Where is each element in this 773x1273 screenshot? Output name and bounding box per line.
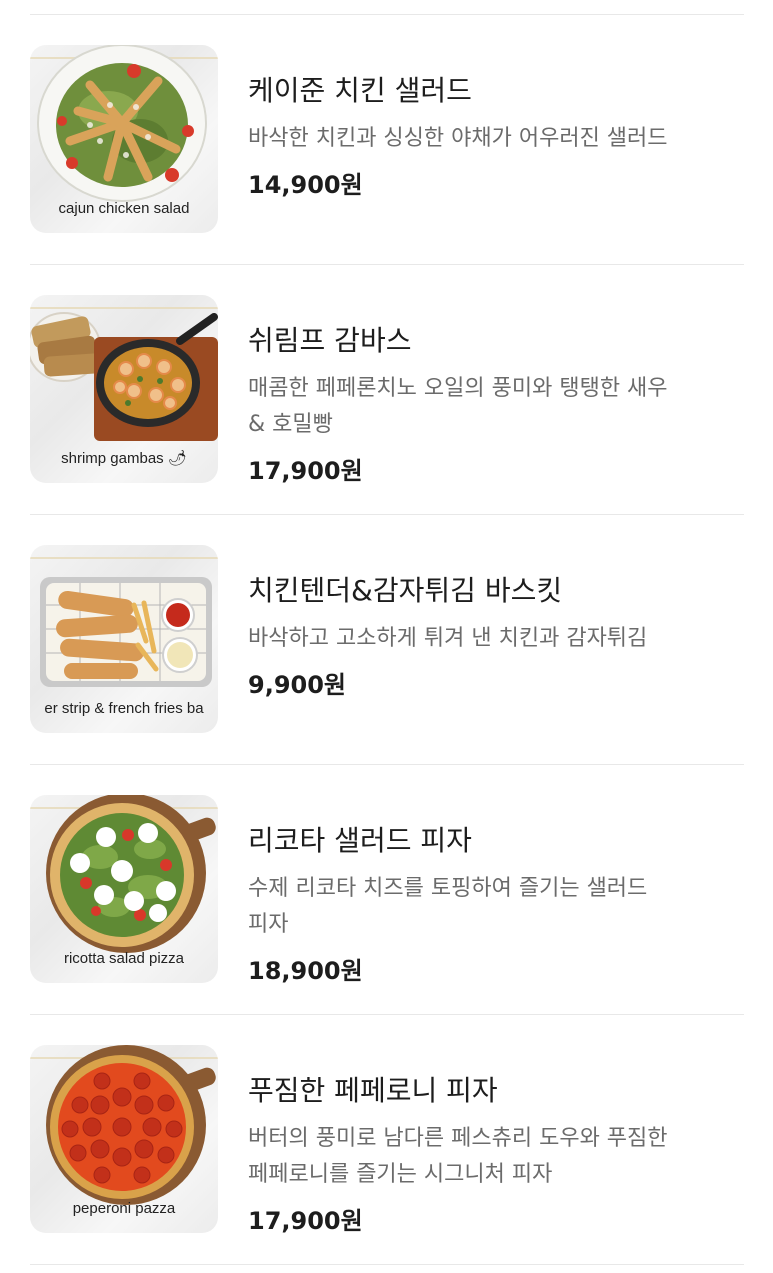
image-caption: er strip & french fries ba: [44, 700, 204, 717]
description-line: 바삭하고 고소하게 튀겨 낸 치킨과 감자튀김: [248, 626, 648, 651]
menu-item-name: 푸짐한 페페로니 피자: [248, 1074, 498, 1107]
menu-item-shrimp-gambas[interactable]: shrimp gambas 🌶 쉬림프 감바스 매콤한 페페론치노 오일의 풍미…: [30, 295, 744, 485]
menu-item-price: 14,900원: [248, 171, 363, 199]
menu-item-description: 매콤한 페페론치노 오일의 풍미와 탱탱한 새우 & 호밀빵: [248, 371, 748, 443]
description-line: 피자: [248, 912, 289, 937]
menu-item-image: ricotta salad pizza: [30, 795, 218, 983]
description-line: 매콤한 페페론치노 오일의 풍미와 탱탱한 새우: [248, 376, 668, 401]
menu-item-info: 케이준 치킨 샐러드 바삭한 치킨과 싱싱한 야채가 어우러진 샐러드 14,9…: [248, 45, 748, 203]
divider: [30, 1264, 744, 1265]
menu-item-price: 17,900원: [248, 1207, 363, 1235]
description-line: 페페로니를 즐기는 시그니처 피자: [248, 1162, 553, 1187]
divider: [30, 514, 744, 515]
menu-item-description: 바삭한 치킨과 싱싱한 야채가 어우러진 샐러드: [248, 121, 748, 157]
menu-item-cajun-chicken-salad[interactable]: cajun chicken salad 케이준 치킨 샐러드 바삭한 치킨과 싱…: [30, 45, 744, 233]
menu-item-info: 리코타 샐러드 피자 수제 리코타 치즈를 토핑하여 즐기는 샐러드 피자 18…: [248, 795, 748, 989]
menu-item-name: 쉬림프 감바스: [248, 324, 412, 357]
menu-item-info: 쉬림프 감바스 매콤한 페페론치노 오일의 풍미와 탱탱한 새우 & 호밀빵 1…: [248, 295, 748, 489]
divider: [30, 764, 744, 765]
description-line: 버터의 풍미로 남다른 페스츄리 도우와 푸짐한: [248, 1126, 668, 1151]
menu-item-image: shrimp gambas 🌶: [30, 295, 218, 483]
menu-item-image: peperoni pazza: [30, 1045, 218, 1233]
menu-item-info: 치킨텐더&감자튀김 바스킷 바삭하고 고소하게 튀겨 낸 치킨과 감자튀김 9,…: [248, 545, 748, 703]
menu-item-description: 수제 리코타 치즈를 토핑하여 즐기는 샐러드 피자: [248, 871, 748, 943]
divider: [30, 264, 744, 265]
menu-item-name: 케이준 치킨 샐러드: [248, 74, 472, 107]
divider: [30, 14, 744, 15]
menu-item-name: 치킨텐더&감자튀김 바스킷: [248, 574, 563, 607]
menu-item-chicken-tender-basket[interactable]: er strip & french fries ba 치킨텐더&감자튀김 바스킷…: [30, 545, 744, 733]
image-caption: ricotta salad pizza: [63, 950, 185, 967]
menu-item-price: 18,900원: [248, 957, 363, 985]
menu-item-pepperoni-pizza[interactable]: peperoni pazza 푸짐한 페페로니 피자 버터의 풍미로 남다른 페…: [30, 1045, 744, 1235]
image-caption: shrimp gambas 🌶: [61, 450, 187, 467]
description-line: 바삭한 치킨과 싱싱한 야채가 어우러진 샐러드: [248, 126, 668, 151]
menu-item-info: 푸짐한 페페로니 피자 버터의 풍미로 남다른 페스츄리 도우와 푸짐한 페페로…: [248, 1045, 748, 1239]
image-caption: peperoni pazza: [72, 1200, 176, 1217]
menu-item-description: 버터의 풍미로 남다른 페스츄리 도우와 푸짐한 페페로니를 즐기는 시그니처 …: [248, 1121, 748, 1193]
menu-item-description: 바삭하고 고소하게 튀겨 낸 치킨과 감자튀김: [248, 621, 748, 657]
description-line: & 호밀빵: [248, 412, 333, 437]
menu-item-price: 9,900원: [248, 671, 346, 699]
menu-item-ricotta-salad-pizza[interactable]: ricotta salad pizza 리코타 샐러드 피자 수제 리코타 치즈…: [30, 795, 744, 985]
menu-item-price: 17,900원: [248, 457, 363, 485]
image-caption: cajun chicken salad: [58, 200, 190, 217]
description-line: 수제 리코타 치즈를 토핑하여 즐기는 샐러드: [248, 876, 648, 901]
menu-item-image: cajun chicken salad: [30, 45, 218, 233]
menu-item-name: 리코타 샐러드 피자: [248, 824, 472, 857]
menu-item-image: er strip & french fries ba: [30, 545, 218, 733]
divider: [30, 1014, 744, 1015]
